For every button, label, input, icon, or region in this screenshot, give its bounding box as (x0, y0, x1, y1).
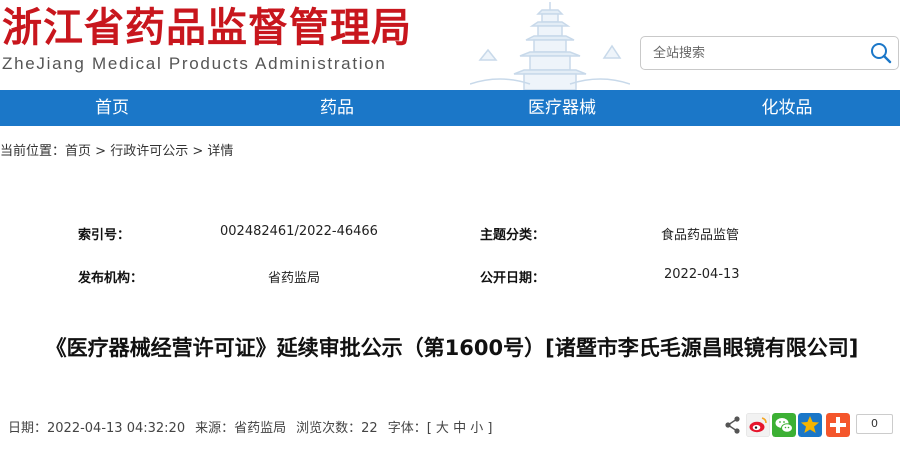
nav-item-drugs[interactable]: 药品 (277, 90, 397, 126)
date-value: 2022-04-13 (664, 267, 740, 282)
font-bracket-open: [ (426, 421, 432, 436)
info-views-value: 22 (361, 421, 378, 436)
index-value: 002482461/2022-46466 (220, 224, 378, 239)
info-source-label: 来源： (195, 421, 235, 436)
wechat-share-icon[interactable] (772, 413, 796, 437)
share-count-badge: 0 (856, 414, 893, 434)
article-info-bar: 日期：2022-04-13 04:32:20 来源：省药监局 浏览次数：22 字体：[… (8, 417, 492, 436)
font-medium-link[interactable]: 中 (453, 421, 466, 436)
nav-item-cosmetics[interactable]: 化妆品 (727, 90, 847, 126)
breadcrumb-home[interactable]: 首页 (65, 144, 91, 159)
search-box (640, 36, 899, 70)
nav-item-home[interactable]: 首页 (52, 90, 172, 126)
issuer-label: 发布机构： (78, 271, 144, 286)
main-nav: 首页 药品 医疗器械 化妆品 (0, 90, 900, 126)
search-icon[interactable] (870, 42, 892, 64)
breadcrumb: 当前位置：首页 > 行政许可公示 > 详情 (0, 140, 234, 159)
more-share-icon[interactable] (826, 413, 850, 437)
date-label: 公开日期： (480, 271, 546, 286)
info-views-label: 浏览次数： (296, 421, 362, 436)
breadcrumb-separator: > (192, 144, 204, 159)
article-title: 《医疗器械经营许可证》延续审批公示（第1600号）[诸暨市李氏毛源昌眼镜有限公司… (45, 336, 859, 360)
info-source-value: 省药监局 (234, 421, 287, 436)
category-label: 主题分类： (480, 228, 546, 243)
info-date-value: 2022-04-13 04:32:20 (47, 421, 186, 436)
site-header: 浙江省药品监督管理局 ZheJiang Medical Products Adm… (0, 0, 900, 90)
site-subtitle: ZheJiang Medical Products Administration (2, 54, 387, 73)
breadcrumb-separator: > (95, 144, 107, 159)
qzone-share-icon[interactable] (798, 413, 822, 437)
weibo-share-icon[interactable] (746, 413, 770, 437)
category-value: 食品药品监管 (661, 228, 740, 243)
share-icon[interactable] (724, 413, 742, 437)
issuer-value: 省药监局 (268, 271, 321, 286)
index-label: 索引号： (78, 228, 131, 243)
nav-item-medical-devices[interactable]: 医疗器械 (502, 90, 622, 126)
breadcrumb-prefix: 当前位置： (0, 144, 66, 159)
info-font-label: 字体： (387, 421, 427, 436)
font-bracket-close: ] (487, 421, 493, 436)
info-date-label: 日期： (8, 421, 48, 436)
site-title: 浙江省药品监督管理局 (2, 4, 412, 51)
pagoda-watermark-icon (470, 2, 630, 90)
font-small-link[interactable]: 小 (470, 421, 483, 436)
breadcrumb-admin-permit[interactable]: 行政许可公示 (110, 144, 188, 159)
font-large-link[interactable]: 大 (436, 421, 449, 436)
search-input[interactable] (641, 37, 861, 69)
breadcrumb-current: 详情 (207, 144, 234, 159)
